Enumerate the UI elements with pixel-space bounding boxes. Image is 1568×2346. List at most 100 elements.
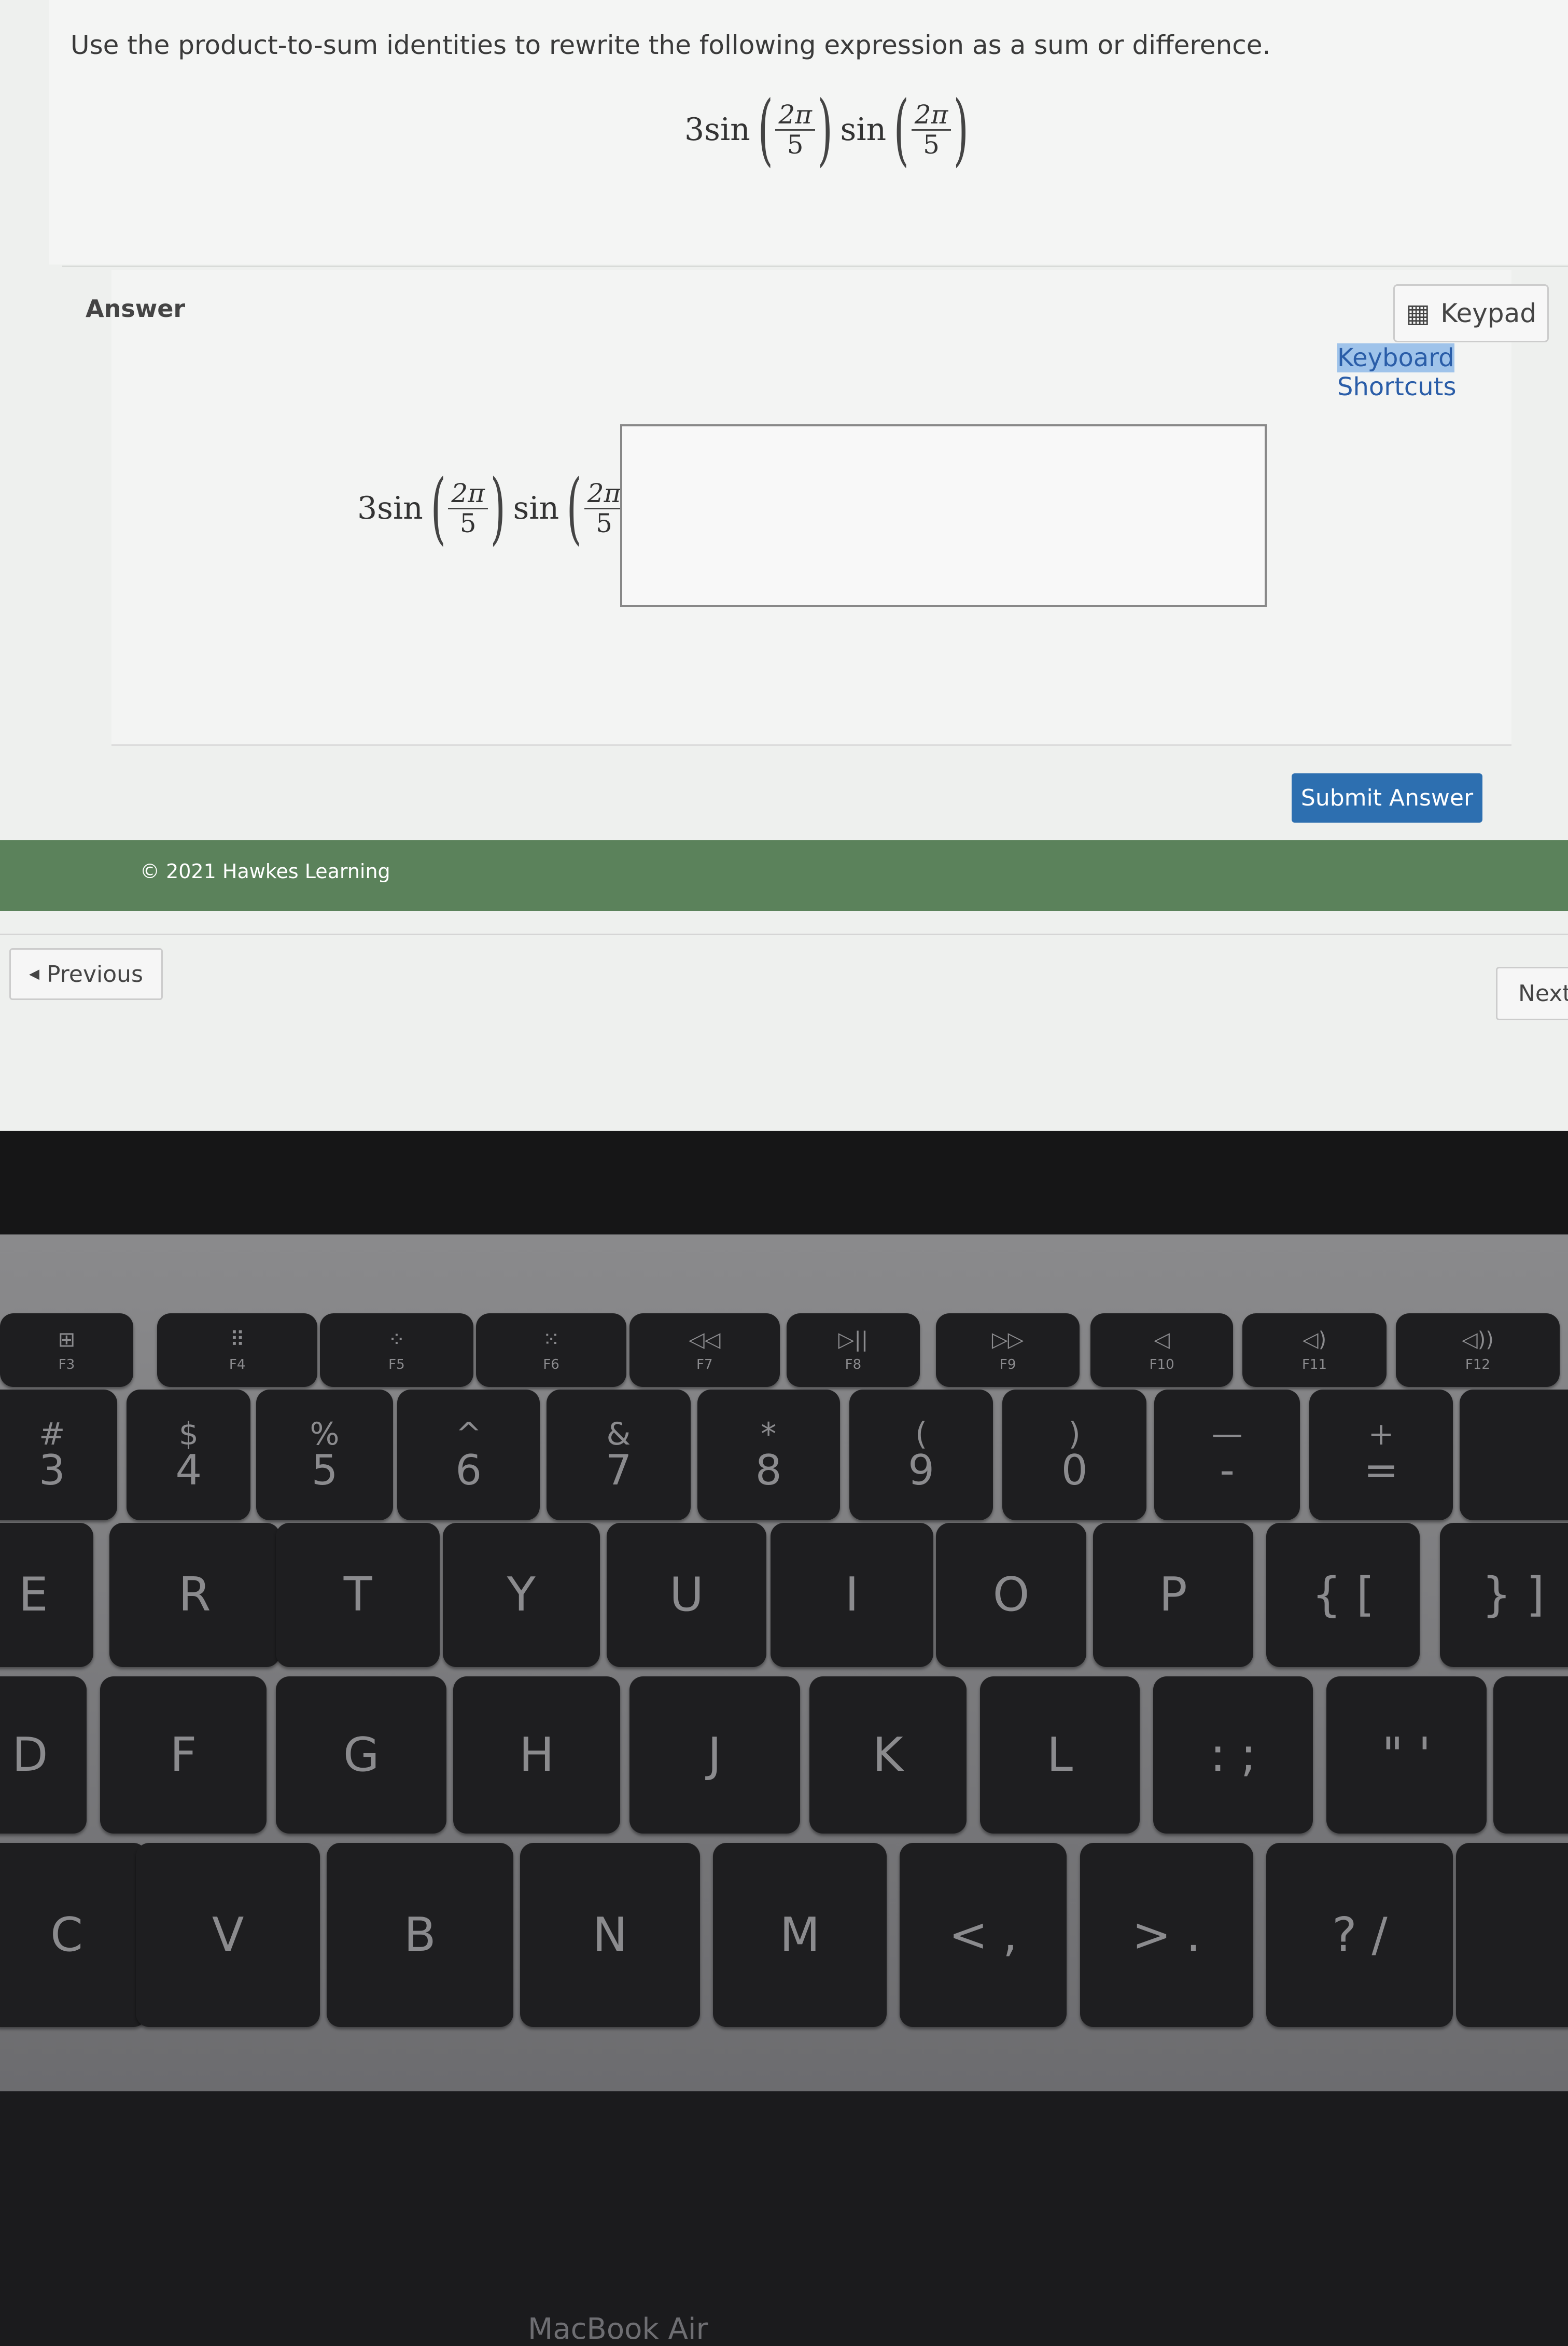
- paren: (: [758, 85, 773, 175]
- key-0[interactable]: ) 0: [1002, 1389, 1147, 1520]
- fn-key-icon: ◁: [1154, 1328, 1170, 1352]
- key-n[interactable]: N: [520, 1843, 700, 2027]
- previous-button[interactable]: ◀ Previous: [9, 948, 163, 1000]
- key--[interactable]: — -: [1154, 1389, 1300, 1520]
- key-r[interactable]: R: [109, 1523, 280, 1667]
- key-char: 3: [38, 1446, 65, 1494]
- key-p[interactable]: P: [1093, 1523, 1253, 1667]
- paren: (: [566, 463, 582, 553]
- key-label: K: [872, 1727, 903, 1782]
- key-f[interactable]: F: [100, 1676, 267, 1834]
- key-f6[interactable]: ⁙ F6: [475, 1313, 627, 1387]
- key-shift-char: #: [39, 1415, 65, 1452]
- key-f12[interactable]: ◁)) F12: [1395, 1313, 1560, 1387]
- answer-label: Answer: [86, 295, 186, 323]
- key-d[interactable]: D: [0, 1676, 87, 1834]
- fn-key-label: F12: [1465, 1357, 1490, 1373]
- key-symbol[interactable]: > .: [1080, 1843, 1253, 2027]
- question-instruction: Use the product-to-sum identities to rew…: [71, 30, 1271, 60]
- paren: (: [893, 85, 909, 175]
- keypad-button[interactable]: ▦ Keypad: [1393, 284, 1549, 342]
- key-shift-char: &: [606, 1415, 631, 1452]
- denominator: 5: [923, 129, 940, 160]
- key-symbol[interactable]: { [: [1266, 1523, 1420, 1667]
- denominator: 5: [787, 129, 804, 160]
- key-4[interactable]: $4: [127, 1389, 251, 1520]
- key-label: < ,: [948, 1908, 1018, 1962]
- func: sin: [840, 112, 887, 148]
- key-modifier[interactable]: [1455, 1843, 1568, 2027]
- key-shift-char: *: [761, 1415, 777, 1452]
- submit-answer-button[interactable]: Submit Answer: [1292, 773, 1482, 823]
- paren: ): [954, 85, 969, 175]
- key-7[interactable]: & 7: [547, 1389, 691, 1520]
- key-delete[interactable]: [1460, 1389, 1568, 1520]
- key-o[interactable]: O: [935, 1523, 1087, 1667]
- key-symbol[interactable]: < ,: [900, 1843, 1067, 2027]
- key-f5[interactable]: ⁘ F5: [320, 1313, 473, 1387]
- key-g[interactable]: G: [276, 1676, 447, 1834]
- key-label: T: [343, 1567, 372, 1622]
- key-label: R: [178, 1567, 211, 1622]
- key-f8[interactable]: ▷|| F8: [786, 1313, 920, 1387]
- key-label: E: [18, 1567, 48, 1622]
- key-j[interactable]: J: [629, 1676, 800, 1834]
- key-i[interactable]: I: [771, 1523, 933, 1667]
- keyboard-shortcuts-link[interactable]: Keyboard Shortcuts: [1337, 343, 1568, 401]
- numerator: 2π: [448, 479, 488, 509]
- key-l[interactable]: L: [979, 1676, 1140, 1834]
- key-symbol[interactable]: ? /: [1266, 1843, 1453, 2027]
- divider: [0, 934, 1568, 935]
- key-v[interactable]: V: [136, 1843, 320, 2027]
- fn-key-label: F4: [229, 1357, 246, 1373]
- next-button[interactable]: Next: [1496, 967, 1568, 1020]
- fn-key-label: F5: [388, 1357, 405, 1373]
- keyboard-shortcuts-text: Keyboard: [1337, 343, 1454, 372]
- key-e[interactable]: E: [0, 1523, 93, 1667]
- key-f7[interactable]: ◁◁ F7: [629, 1313, 780, 1387]
- key-m[interactable]: M: [713, 1843, 887, 2027]
- key-6[interactable]: ^ 6: [397, 1389, 540, 1520]
- key-symbol[interactable]: : ;: [1153, 1676, 1313, 1834]
- coef: 3sin: [357, 490, 423, 526]
- key-9[interactable]: (9: [849, 1389, 993, 1520]
- answer-input[interactable]: [620, 424, 1267, 607]
- key-f10[interactable]: ◁ F10: [1090, 1313, 1234, 1387]
- key-label: } ]: [1481, 1567, 1545, 1622]
- key-c[interactable]: C: [0, 1843, 147, 2027]
- key-shift-char: ^: [455, 1415, 482, 1452]
- divider: [62, 266, 1568, 267]
- key-f3[interactable]: ⊞ F3: [0, 1313, 134, 1387]
- fn-key-label: F9: [999, 1357, 1016, 1373]
- key-3[interactable]: #3: [0, 1389, 118, 1520]
- calculator-icon: ▦: [1405, 298, 1431, 328]
- key-label: C: [50, 1908, 83, 1962]
- key-label: ? /: [1332, 1908, 1388, 1962]
- key-modifier[interactable]: [1493, 1676, 1568, 1834]
- key-5[interactable]: % 5: [256, 1389, 394, 1520]
- key-k[interactable]: K: [809, 1676, 967, 1834]
- key-=[interactable]: + =: [1309, 1389, 1453, 1520]
- fn-key-icon: ◁◁: [688, 1328, 721, 1352]
- fn-key-icon: ⠿: [229, 1328, 245, 1352]
- key-f9[interactable]: ▷▷ F9: [935, 1313, 1080, 1387]
- key-t[interactable]: T: [276, 1523, 440, 1667]
- key-char: 9: [908, 1446, 934, 1494]
- fn-key-label: F11: [1301, 1357, 1327, 1373]
- key-symbol[interactable]: } ]: [1439, 1523, 1568, 1667]
- numerator: 2π: [775, 100, 816, 131]
- key-y[interactable]: Y: [442, 1523, 600, 1667]
- key-char: -: [1220, 1446, 1235, 1494]
- numerator: 2π: [584, 479, 624, 509]
- key-label: M: [779, 1908, 820, 1962]
- fn-key-icon: ◁)): [1461, 1328, 1494, 1352]
- fn-key-label: F6: [543, 1357, 559, 1373]
- key-b[interactable]: B: [326, 1843, 513, 2027]
- key-f4[interactable]: ⠿ F4: [157, 1313, 317, 1387]
- previous-label: Previous: [47, 961, 143, 988]
- key-8[interactable]: * 8: [697, 1389, 840, 1520]
- key-symbol[interactable]: " ': [1326, 1676, 1487, 1834]
- key-f11[interactable]: ◁) F11: [1242, 1313, 1387, 1387]
- key-u[interactable]: U: [606, 1523, 767, 1667]
- key-h[interactable]: H: [453, 1676, 620, 1834]
